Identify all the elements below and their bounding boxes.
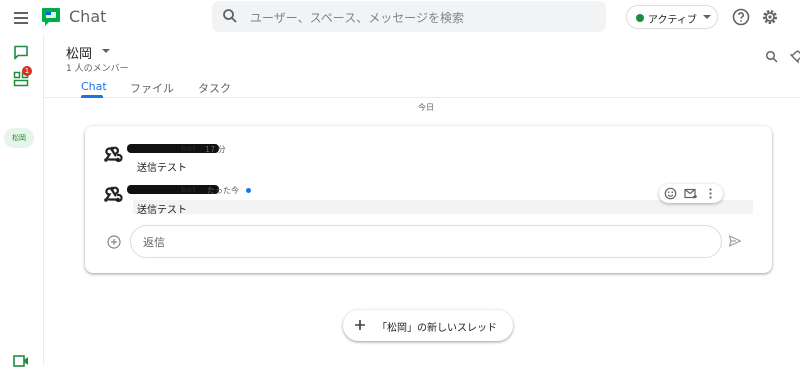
pin-icon[interactable] xyxy=(790,50,800,64)
more-vert-icon[interactable] xyxy=(704,187,717,200)
thread-card: bot 17 分 送信テスト bot たった今 送信テスト xyxy=(85,126,772,273)
active-tab-indicator xyxy=(81,95,103,98)
send-icon[interactable] xyxy=(728,234,742,248)
tab-files[interactable]: ファイル xyxy=(130,80,174,96)
help-icon[interactable] xyxy=(732,8,750,26)
search-icon[interactable] xyxy=(222,8,238,24)
member-count[interactable]: 1 人のメンバー xyxy=(66,61,129,74)
meet-icon[interactable] xyxy=(12,352,30,370)
message-time: たった今 xyxy=(207,186,239,195)
redacted-sender-name xyxy=(127,185,219,194)
chevron-down-icon xyxy=(703,15,711,19)
left-rail: 1 松岡 xyxy=(0,36,44,367)
tab-chat[interactable]: Chat xyxy=(81,80,107,93)
room-header: 松岡 1 人のメンバー Chat ファイル タスク xyxy=(44,36,800,98)
message-hover-highlight xyxy=(133,200,753,214)
reply-field[interactable] xyxy=(130,225,722,258)
status-dropdown[interactable]: アクティブ xyxy=(626,5,718,29)
status-label: アクティブ xyxy=(648,15,697,26)
sender-name[interactable]: bot xyxy=(181,144,196,153)
day-divider: 今日 xyxy=(418,103,434,112)
tab-tasks[interactable]: タスク xyxy=(198,80,231,96)
unread-badge: 1 xyxy=(22,66,32,76)
room-name[interactable]: 松岡 xyxy=(66,43,92,62)
sender-name[interactable]: bot xyxy=(181,185,196,194)
chevron-down-icon[interactable] xyxy=(102,49,110,53)
app-title: Chat xyxy=(69,7,107,26)
room-chip[interactable]: 松岡 xyxy=(4,128,34,148)
main-menu-icon[interactable] xyxy=(12,9,30,27)
webhook-avatar-icon xyxy=(104,186,123,203)
message-text: 送信テスト xyxy=(137,163,187,174)
message-time: 17 分 xyxy=(205,145,226,154)
new-thread-label: 「松岡」の新しいスレッド xyxy=(377,323,497,334)
settings-icon[interactable] xyxy=(761,8,779,26)
plus-icon xyxy=(355,320,365,330)
search-placeholder: ユーザー、スペース、メッセージを検索 xyxy=(250,11,464,25)
status-dot-icon xyxy=(636,14,644,22)
new-thread-button[interactable]: 「松岡」の新しいスレッド xyxy=(343,310,513,341)
search-bar[interactable]: ユーザー、スペース、メッセージを検索 xyxy=(212,1,606,32)
search-icon[interactable] xyxy=(765,50,779,64)
unread-dot-icon xyxy=(246,188,251,193)
webhook-avatar-icon xyxy=(104,146,123,163)
reply-input[interactable] xyxy=(143,234,703,250)
forward-to-inbox-icon[interactable] xyxy=(684,187,697,200)
add-circle-icon[interactable] xyxy=(107,235,121,249)
message-text: 送信テスト xyxy=(137,205,187,216)
top-bar: Chat ユーザー、スペース、メッセージを検索 アクティブ xyxy=(0,0,800,36)
message-actions xyxy=(659,184,723,203)
emoji-icon[interactable] xyxy=(664,187,677,200)
chat-logo-icon xyxy=(42,8,60,26)
chat-icon[interactable] xyxy=(12,44,30,62)
